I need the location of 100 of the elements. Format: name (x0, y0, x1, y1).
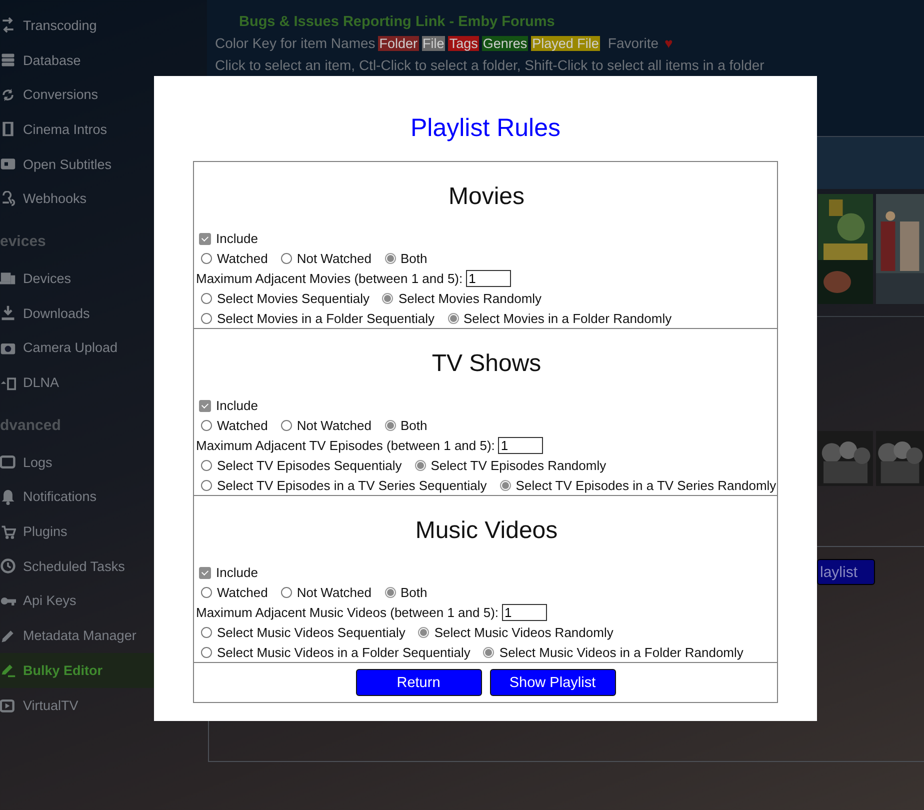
devices-icon (0, 270, 16, 286)
radio-label: Select TV Episodes Randomly (430, 458, 606, 473)
pen-icon (0, 662, 16, 678)
radio-label: Select Music Videos in a Folder Randomly (499, 644, 744, 660)
sidebar-item[interactable]: Camera Upload (0, 330, 207, 366)
forum-link[interactable]: Bugs & Issues Reporting Link - Emby Forums (239, 14, 555, 30)
download-icon (0, 305, 16, 322)
checkbox-label: Include (216, 398, 258, 414)
radio-button[interactable] (418, 626, 430, 638)
heart-icon: ♥ (664, 35, 673, 51)
sidebar-item[interactable]: Cinema Intros (0, 112, 207, 147)
sidebar-item[interactable]: VirtualTV (0, 688, 207, 722)
radio-label: Select Music Videos Sequentialy (217, 624, 406, 640)
color-key-tag: File (422, 36, 446, 50)
radio-button[interactable] (201, 420, 212, 432)
show-playlist-button[interactable]: Show Playlist (490, 669, 616, 696)
radio-label: Select TV Episodes in a TV Series Sequentialy (217, 478, 487, 493)
section-heading: Movies (447, 182, 526, 212)
sidebar-item[interactable]: Webhooks (0, 181, 207, 216)
radio-label: Both (400, 585, 428, 600)
radio-button[interactable] (201, 253, 212, 264)
show-playlist-button[interactable]: laylist (817, 559, 875, 585)
radio-label: Both (400, 251, 428, 266)
arrows-icon (0, 17, 16, 34)
caption-icon (0, 156, 16, 172)
sidebar-item[interactable]: Downloads (0, 296, 207, 330)
number-field[interactable]: 1 (466, 270, 511, 287)
sidebar-item[interactable]: Open Subtitles (0, 146, 207, 182)
radio-button[interactable] (280, 420, 292, 432)
number-field[interactable]: 1 (498, 436, 543, 454)
bell-icon (0, 488, 16, 505)
field-label: Maximum Adjacent Movies (between 1 and 5): (196, 270, 463, 286)
color-key-tag: Folder (378, 36, 419, 50)
dialog-title: Playlist Rules (409, 113, 562, 143)
sidebar-item[interactable]: Database (0, 42, 207, 78)
radio-label: Select TV Episodes Sequentialy (217, 458, 402, 473)
radio-label: Watched (217, 251, 268, 266)
radio-label: Select Movies Randomly (398, 290, 542, 306)
radio-button[interactable] (384, 253, 396, 264)
radio-button[interactable] (448, 312, 459, 324)
return-button[interactable]: Return (356, 669, 482, 696)
radio-button[interactable] (384, 587, 396, 598)
favorite-label: Favorite (608, 35, 658, 51)
section-header: dvanced (0, 416, 61, 434)
hint-text: Click to select an item, Ctl-Click to select a folder, Shift-Click to select all items in a folder (215, 57, 764, 73)
radio-button[interactable] (483, 646, 494, 658)
checkbox[interactable] (199, 400, 211, 412)
tv-icon (0, 697, 16, 714)
radio-label: Select Movies in a Folder Randomly (464, 310, 672, 326)
radio-button[interactable] (201, 646, 212, 658)
field-label: Maximum Adjacent Music Videos (between 1 and 5): (196, 604, 499, 620)
section-header: evices (0, 233, 46, 250)
color-key-tag: Tags (448, 36, 479, 50)
radio-label: Watched (217, 418, 268, 434)
section-heading: TV Shows (430, 349, 542, 379)
radio-button[interactable] (201, 292, 212, 304)
radio-button[interactable] (414, 460, 426, 471)
radio-label: Select Music Videos Randomly (434, 624, 614, 640)
sidebar-item[interactable]: Notifications (0, 480, 207, 514)
radio-label: Not Watched (296, 251, 372, 266)
radio-label: Select TV Episodes in a TV Series Randomly (516, 478, 776, 493)
radio-button[interactable] (382, 292, 394, 304)
radio-label: Both (400, 418, 428, 434)
color-key-tag: Played File (531, 36, 600, 50)
radio-label: Not Watched (296, 585, 372, 600)
sidebar-item[interactable]: Conversions (0, 77, 207, 112)
sidebar-item[interactable]: Scheduled Tasks (0, 548, 207, 584)
frame-icon (0, 454, 16, 470)
color-key-label: Color Key for item Names (215, 35, 376, 51)
clock-icon (0, 558, 16, 574)
radio-label: Watched (217, 585, 268, 600)
sidebar-item[interactable]: Transcoding (0, 8, 207, 43)
checkbox[interactable] (199, 232, 211, 245)
section-heading: Music Videos (414, 516, 559, 546)
pencil-icon (0, 628, 16, 644)
radio-button[interactable] (384, 420, 396, 432)
cycle-icon (0, 86, 16, 103)
stack-icon (0, 52, 16, 68)
radio-button[interactable] (201, 587, 212, 598)
radio-label: Select Movies Sequentialy (217, 290, 370, 306)
field-label: Maximum Adjacent TV Episodes (between 1 and 5): (196, 438, 495, 453)
radio-button[interactable] (201, 312, 212, 324)
checkbox-label: Include (216, 565, 258, 580)
sidebar-item[interactable]: DLNA (0, 365, 207, 400)
radio-button[interactable] (500, 480, 511, 491)
checkbox[interactable] (199, 566, 211, 579)
radio-button[interactable] (201, 626, 212, 638)
radio-label: Select Music Videos in a Folder Sequentialy (217, 644, 470, 660)
radio-label: Not Watched (296, 418, 372, 434)
cart-icon (0, 524, 16, 540)
radio-button[interactable] (280, 587, 292, 598)
radio-label: Select Movies in a Folder Sequentialy (217, 310, 435, 326)
color-key-tag: Genres (482, 36, 528, 50)
sidebar-item[interactable]: Metadata Manager (0, 618, 207, 653)
sidebar-item[interactable]: Plugins (0, 514, 207, 549)
radio-button[interactable] (201, 460, 212, 471)
number-field[interactable]: 1 (502, 604, 547, 621)
checkbox-label: Include (216, 231, 258, 246)
radio-button[interactable] (201, 480, 212, 491)
radio-button[interactable] (280, 253, 292, 264)
